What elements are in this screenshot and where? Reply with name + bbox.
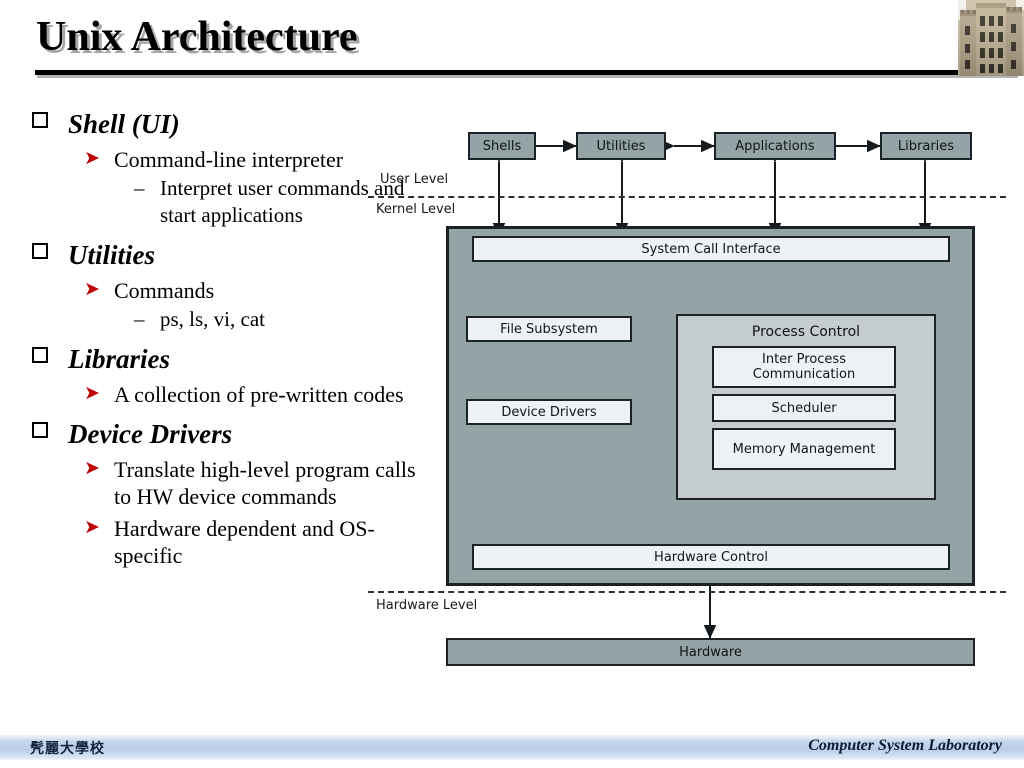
box-label: Memory Management (732, 441, 876, 457)
hollow-square-icon (32, 347, 48, 363)
box-label: Inter Process Communication (752, 352, 856, 382)
box-shells[interactable]: Shells (468, 132, 536, 160)
red-arrow-icon: ➤ (84, 382, 100, 404)
process-control-title: Process Control (751, 324, 861, 340)
castle-photo (958, 0, 1024, 76)
box-label: Shells (482, 138, 522, 154)
slide-header: Unix Architecture (0, 0, 1024, 90)
box-label: Utilities (596, 138, 646, 154)
bullet-text: Command-line interpreter (114, 147, 344, 172)
bullet-text: Utilities (68, 240, 155, 270)
box-label: Hardware (679, 644, 742, 660)
label-hardware-level: Hardware Level (376, 598, 478, 613)
box-utilities[interactable]: Utilities (576, 132, 666, 160)
bullet-text: Libraries (68, 344, 171, 374)
box-inter-process-communication[interactable]: Inter Process Communication (712, 346, 896, 388)
box-label: Device Drivers (501, 404, 597, 420)
slide-footer: 髠麗大學校 Computer System Laboratory (0, 735, 1024, 761)
footer-university-name: 髠麗大學校 (30, 741, 105, 757)
red-arrow-icon: ➤ (84, 457, 100, 479)
user-kernel-divider (368, 196, 1006, 198)
bullet-text: Hardware dependent and OS-specific (114, 516, 375, 568)
title-underline (35, 70, 1016, 75)
red-arrow-icon: ➤ (84, 278, 100, 300)
bullet-text: ps, ls, vi, cat (160, 307, 265, 331)
label-kernel-level: Kernel Level (376, 202, 456, 217)
kernel-hardware-divider (368, 591, 1006, 593)
box-system-call-interface[interactable]: System Call Interface (472, 236, 950, 262)
label-user-level: User Level (380, 172, 449, 187)
box-scheduler[interactable]: Scheduler (712, 394, 896, 422)
en-dash-icon: – (134, 307, 145, 331)
box-label: System Call Interface (641, 241, 781, 257)
bullet-text: Device Drivers (68, 419, 233, 449)
castle-photo-graphic (958, 0, 1024, 76)
box-hardware[interactable]: Hardware (446, 638, 975, 666)
box-label: Scheduler (771, 400, 837, 416)
box-libraries[interactable]: Libraries (880, 132, 972, 160)
bullet-text: Shell (UI) (68, 109, 180, 139)
box-file-subsystem[interactable]: File Subsystem (466, 316, 632, 342)
en-dash-icon: – (134, 176, 145, 200)
hollow-square-icon (32, 112, 48, 128)
bullet-text: Commands (114, 278, 215, 303)
box-label: Hardware Control (654, 549, 768, 565)
hollow-square-icon (32, 243, 48, 259)
red-arrow-icon: ➤ (84, 516, 100, 538)
box-memory-management[interactable]: Memory Management (712, 428, 896, 470)
red-arrow-icon: ➤ (84, 147, 100, 169)
box-applications[interactable]: Applications (714, 132, 836, 160)
unix-architecture-diagram: Shells Utilities Applications Libraries … (360, 120, 1020, 680)
box-hardware-control[interactable]: Hardware Control (472, 544, 950, 570)
hollow-square-icon (32, 422, 48, 438)
page-title: Unix Architecture (36, 14, 358, 60)
box-device-drivers[interactable]: Device Drivers (466, 399, 632, 425)
box-label: Applications (735, 138, 815, 154)
footer-lab-name: Computer System Laboratory (808, 737, 1002, 754)
box-label: Libraries (897, 138, 955, 154)
box-label: File Subsystem (500, 321, 598, 337)
